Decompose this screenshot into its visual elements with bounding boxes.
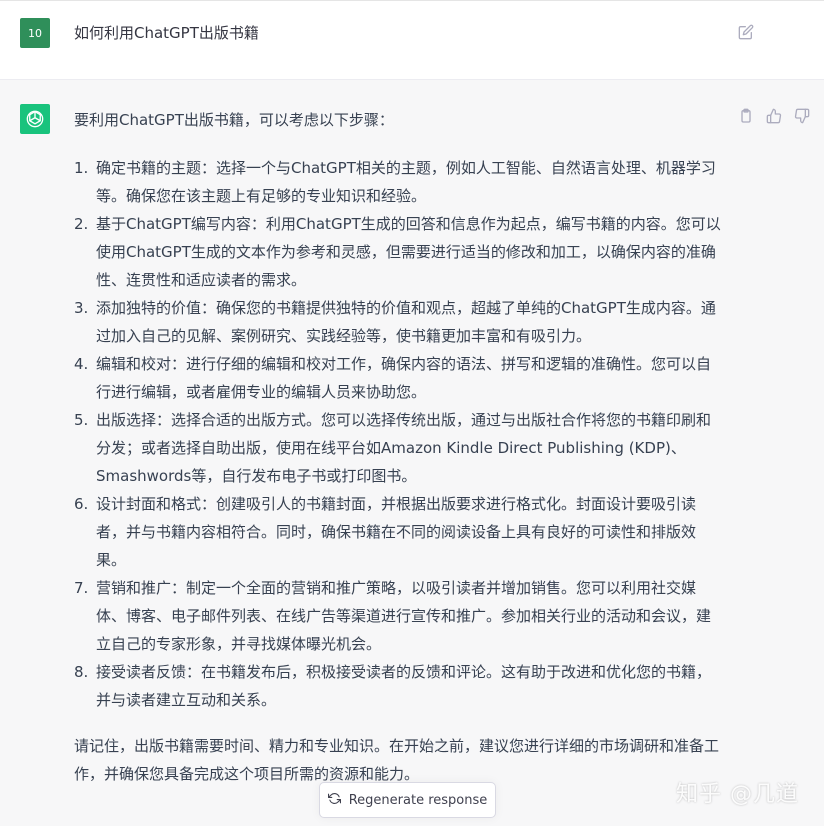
list-item: 营销和推广：制定一个全面的营销和推广策略，以吸引读者并增加销售。您可以利用社交媒… — [74, 574, 712, 653]
assistant-message-content: 要利用ChatGPT出版书籍，可以考虑以下步骤： 确定书籍的主题：选择一个与Ch… — [74, 106, 724, 788]
assistant-outro: 请记住，出版书籍需要时间、精力和专业知识。在开始之前，建议您进行详细的市场调研和… — [74, 737, 720, 783]
list-item: 基于ChatGPT编写内容：利用ChatGPT生成的回答和信息作为起点，编写书籍… — [74, 210, 721, 289]
regenerate-label: Regenerate response — [348, 792, 488, 808]
list-item: 编辑和校对：进行仔细的编辑和校对工作，确保内容的语法、拼写和逻辑的准确性。您可以… — [74, 350, 712, 401]
thumbs-down-icon[interactable] — [794, 108, 810, 124]
message-actions — [738, 108, 810, 124]
user-message-text: 如何利用ChatGPT出版书籍 — [74, 24, 259, 42]
user-message-row: 10 如何利用ChatGPT出版书籍 — [0, 0, 824, 80]
thumbs-up-icon[interactable] — [766, 108, 782, 124]
list-item: 接受读者反馈：在书籍发布后，积极接受读者的反馈和评论。这有助于改进和优化您的书籍… — [74, 658, 712, 709]
user-avatar: 10 — [20, 18, 50, 48]
assistant-message-row: 要利用ChatGPT出版书籍，可以考虑以下步骤： 确定书籍的主题：选择一个与Ch… — [0, 80, 824, 826]
edit-icon[interactable] — [738, 24, 754, 40]
refresh-icon — [327, 792, 341, 809]
list-item: 出版选择：选择合适的出版方式。您可以选择传统出版，通过与出版社合作将您的书籍印刷… — [74, 406, 712, 485]
list-item: 设计封面和格式：创建吸引人的书籍封面，并根据出版要求进行格式化。封面设计要吸引读… — [74, 490, 697, 569]
chat-page: 10 如何利用ChatGPT出版书籍 要利用ChatGPT出版书籍，可以考虑以下… — [0, 0, 824, 826]
regenerate-button[interactable]: Regenerate response — [319, 782, 496, 818]
assistant-intro: 要利用ChatGPT出版书籍，可以考虑以下步骤： — [74, 111, 394, 129]
list-item: 确定书籍的主题：选择一个与ChatGPT相关的主题，例如人工智能、自然语言处理、… — [74, 154, 716, 205]
openai-logo-icon — [20, 104, 50, 134]
steps-list: 确定书籍的主题：选择一个与ChatGPT相关的主题，例如人工智能、自然语言处理、… — [74, 154, 724, 714]
watermark: 知乎 @几道 — [676, 782, 799, 807]
list-item: 添加独特的价值：确保您的书籍提供独特的价值和观点，超越了单纯的ChatGPT生成… — [74, 294, 716, 345]
clipboard-icon[interactable] — [738, 108, 754, 124]
